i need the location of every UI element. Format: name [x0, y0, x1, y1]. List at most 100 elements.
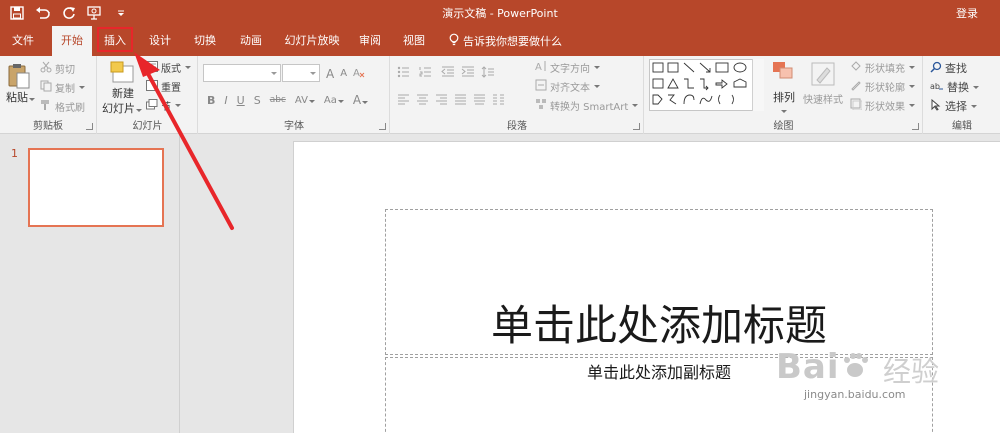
shapes-gallery[interactable]: [649, 59, 759, 111]
reset-button[interactable]: 重置: [146, 79, 181, 94]
justify-icon[interactable]: [454, 94, 467, 108]
watermark-suffix: 经验: [883, 355, 940, 388]
font-color-label: A: [352, 93, 362, 107]
text-direction-icon: A: [535, 60, 547, 75]
shapes-gallery-scroll[interactable]: [752, 59, 764, 111]
char-spacing-button[interactable]: AV: [295, 95, 315, 106]
smartart-label: 转换为 SmartArt: [550, 102, 629, 113]
tab-animations[interactable]: 动画: [232, 26, 270, 56]
magnifier-icon: [930, 61, 942, 76]
font-color-button[interactable]: A: [352, 93, 369, 107]
pen-icon: [850, 79, 862, 94]
drawing-group-label: 绘图: [773, 121, 794, 132]
shape-outline-label: 形状轮廓: [865, 83, 905, 94]
select-label: 选择: [945, 100, 967, 113]
increase-indent-icon[interactable]: [461, 66, 475, 81]
svg-text:A: A: [353, 68, 360, 78]
reset-icon: [146, 79, 158, 94]
tab-review[interactable]: 审阅: [352, 26, 388, 56]
replace-button[interactable]: ab 替换: [930, 79, 979, 95]
tab-design[interactable]: 设计: [142, 26, 178, 56]
shape-fill-label: 形状填充: [865, 64, 905, 75]
select-button[interactable]: 选择: [930, 98, 977, 114]
copy-button[interactable]: 复制: [40, 80, 85, 95]
login-link[interactable]: 登录: [956, 5, 978, 21]
tab-file[interactable]: 文件: [0, 26, 46, 56]
tab-view[interactable]: 视图: [396, 26, 432, 56]
align-left-icon[interactable]: [397, 94, 410, 108]
group-editing: 查找 ab 替换 选择 编辑: [924, 56, 1000, 134]
align-right-icon[interactable]: [435, 94, 448, 108]
paragraph-launcher[interactable]: [633, 123, 640, 130]
shapes-gallery-icons: [652, 62, 747, 105]
distributed-icon[interactable]: [473, 94, 486, 108]
cut-button[interactable]: 剪切: [40, 61, 75, 76]
paw-icon: [840, 349, 870, 389]
quick-styles-icon[interactable]: [809, 60, 837, 88]
format-painter-button[interactable]: 格式刷: [40, 99, 85, 114]
align-text-button[interactable]: 对齐文本: [535, 79, 600, 94]
line-spacing-icon[interactable]: [481, 66, 495, 81]
text-direction-button[interactable]: A 文字方向: [535, 60, 600, 75]
new-slide-icon[interactable]: [110, 60, 136, 86]
drawing-launcher[interactable]: [912, 123, 919, 130]
list-controls: [397, 66, 495, 81]
layout-button[interactable]: 版式: [146, 60, 191, 75]
italic-button[interactable]: I: [224, 94, 227, 107]
new-slide-label-1: 新建: [112, 87, 134, 100]
arrange-dropdown[interactable]: [780, 103, 787, 116]
text-direction-label: 文字方向: [550, 64, 590, 75]
window-title: 演示文稿 - PowerPoint: [442, 7, 558, 20]
section-button[interactable]: 节: [146, 98, 181, 113]
paste-label: 粘贴: [6, 91, 28, 104]
shadow-button[interactable]: S: [254, 94, 261, 107]
lightbulb-icon: [449, 33, 459, 49]
clipboard-launcher[interactable]: [86, 123, 93, 130]
shape-fill-button[interactable]: 形状填充: [850, 60, 915, 75]
paste-icon[interactable]: [7, 62, 31, 90]
font-name-combo[interactable]: [203, 64, 281, 82]
find-button[interactable]: 查找: [930, 60, 967, 76]
find-label: 查找: [945, 62, 967, 75]
tab-insert[interactable]: 插入: [97, 26, 133, 56]
paragraph-group-label: 段落: [507, 121, 527, 132]
bold-button[interactable]: B: [207, 94, 215, 107]
columns-icon[interactable]: [492, 94, 505, 108]
tab-home[interactable]: 开始: [52, 26, 92, 56]
strikethrough-button[interactable]: abc: [270, 95, 286, 105]
decrease-indent-icon[interactable]: [441, 66, 455, 81]
format-painter-label: 格式刷: [55, 103, 85, 114]
grow-font-button[interactable]: A: [326, 67, 334, 81]
shape-outline-button[interactable]: 形状轮廓: [850, 79, 915, 94]
paste-button[interactable]: 粘贴: [6, 89, 35, 105]
tell-me-box[interactable]: 告诉我你想要做什么: [449, 26, 562, 56]
underline-button[interactable]: U: [237, 94, 245, 107]
bullets-icon[interactable]: [397, 66, 413, 81]
tab-slideshow[interactable]: 幻灯片放映: [279, 26, 345, 56]
font-launcher[interactable]: [379, 123, 386, 130]
shape-effects-icon: [850, 98, 863, 113]
clear-format-icon[interactable]: A: [353, 66, 365, 81]
shrink-font-button[interactable]: A: [340, 68, 347, 79]
new-slide-button[interactable]: 新建: [110, 87, 136, 100]
smartart-button[interactable]: 转换为 SmartArt: [535, 98, 639, 113]
shape-effects-button[interactable]: 形状效果: [850, 98, 915, 113]
change-case-button[interactable]: Aa: [324, 95, 344, 106]
title-placeholder-text[interactable]: 单击此处添加标题: [385, 292, 933, 353]
title-bar: 演示文稿 - PowerPoint 登录: [0, 0, 1000, 26]
slide-thumbnail[interactable]: [28, 148, 164, 227]
alignment-row: [397, 94, 505, 108]
replace-label: 替换: [947, 81, 969, 94]
copy-label: 复制: [55, 84, 75, 95]
font-size-combo[interactable]: [282, 64, 320, 82]
tab-transitions[interactable]: 切换: [187, 26, 223, 56]
arrange-icon[interactable]: [771, 60, 795, 86]
char-spacing-label: AV: [294, 94, 308, 106]
section-icon: [146, 98, 158, 113]
numbering-icon[interactable]: [419, 66, 435, 81]
watermark-brand-text: Bai: [776, 347, 840, 387]
new-slide-dropdown[interactable]: 幻灯片: [102, 100, 142, 116]
align-center-icon[interactable]: [416, 94, 429, 108]
quick-styles-button[interactable]: 快速样式: [803, 91, 843, 106]
tell-me-text: 告诉我你想要做什么: [463, 35, 562, 48]
